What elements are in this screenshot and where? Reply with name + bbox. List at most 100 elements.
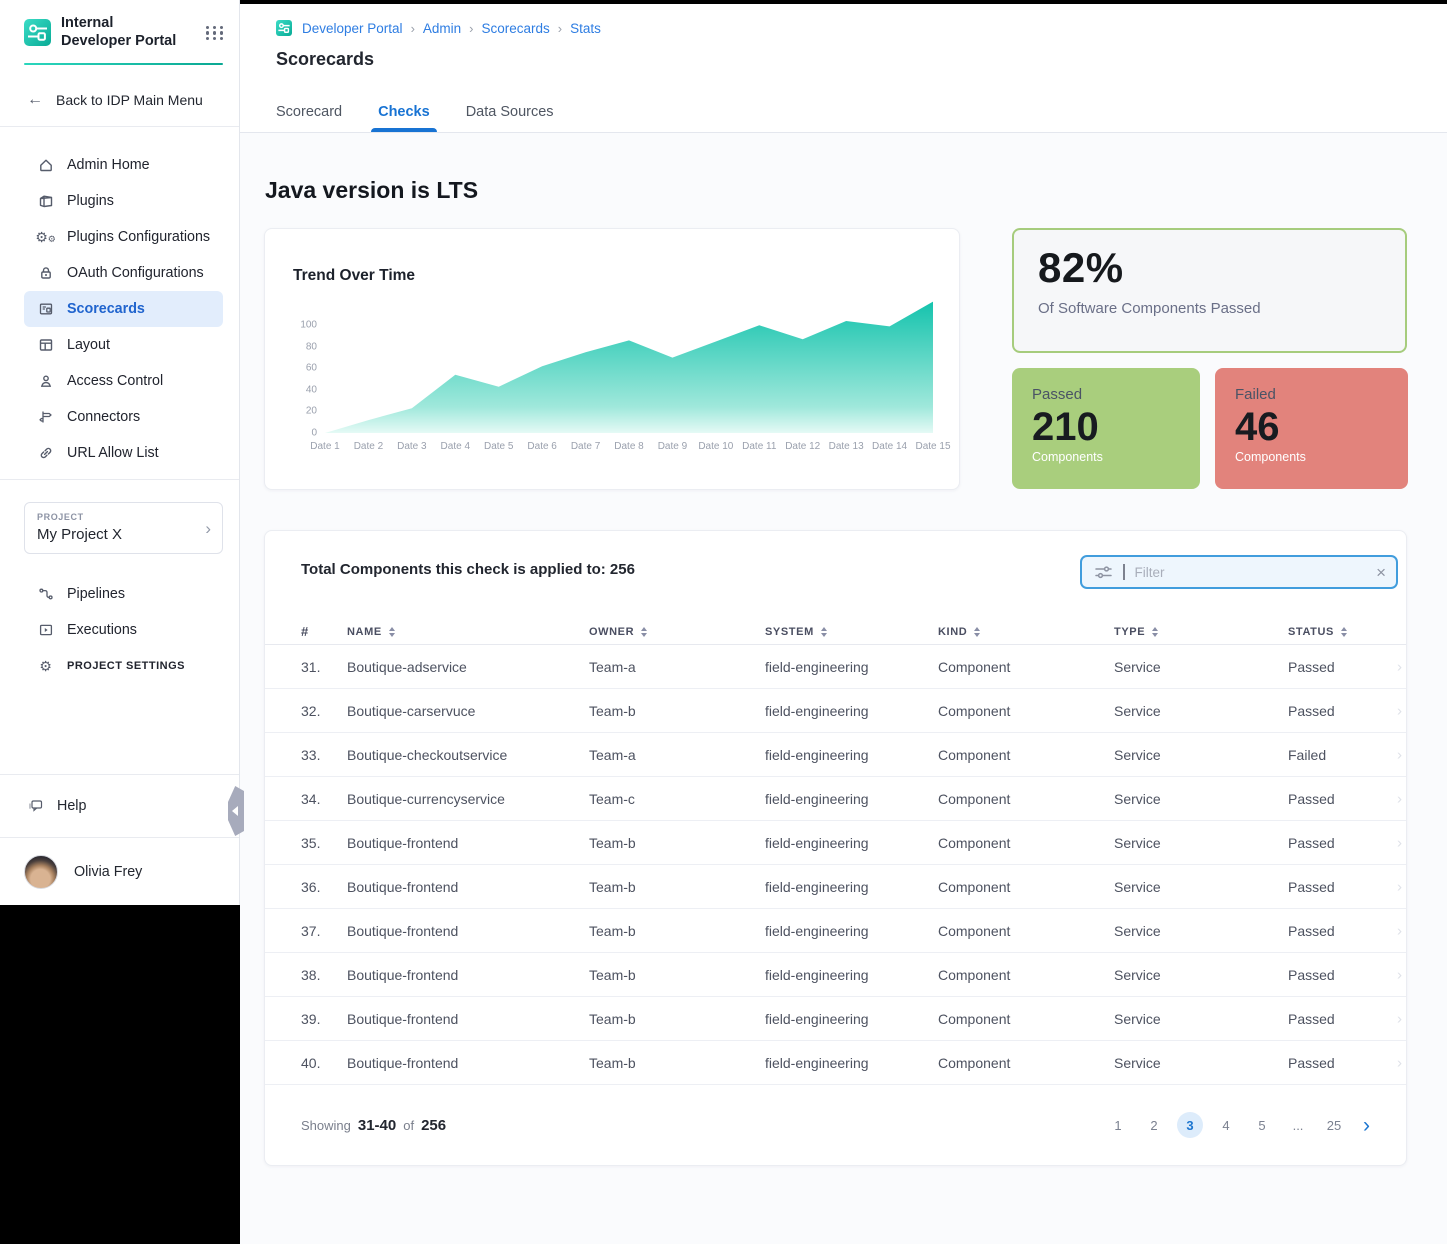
row-chevron-icon: › (1397, 1010, 1402, 1027)
x-tick: Date 3 (397, 441, 426, 452)
sidebar-item-executions[interactable]: Executions (24, 612, 223, 648)
cell-name: Boutique-currencyservice (347, 791, 589, 807)
breadcrumb-link-admin[interactable]: Admin (423, 21, 461, 36)
table-row[interactable]: 32.Boutique-carservuceTeam-bfield-engine… (265, 689, 1406, 733)
cell-kind: Component (938, 1055, 1114, 1071)
back-to-idp-link[interactable]: ← Back to IDP Main Menu (0, 89, 239, 111)
column-header-kind[interactable]: KIND (938, 626, 1114, 638)
tab-data-sources[interactable]: Data Sources (466, 104, 554, 132)
breadcrumb-link-scorecards[interactable]: Scorecards (482, 21, 550, 36)
table-row[interactable]: 34.Boutique-currencyserviceTeam-cfield-e… (265, 777, 1406, 821)
column-header-name[interactable]: NAME (347, 626, 589, 638)
project-selector[interactable]: PROJECT My Project X › (24, 502, 223, 554)
column-header-owner[interactable]: OWNER (589, 626, 765, 638)
sidebar: InternalDeveloper Portal ← Back to IDP M… (0, 0, 240, 905)
sidebar-item-scorecards[interactable]: Scorecards (24, 291, 223, 327)
sidebar-item-access-control[interactable]: Access Control (24, 363, 223, 399)
pagination-next-icon[interactable]: › (1363, 1115, 1370, 1136)
breadcrumb: Developer Portal › Admin › Scorecards › … (240, 4, 1447, 36)
page-button-2[interactable]: 2 (1141, 1112, 1167, 1138)
cell-status: Failed (1288, 747, 1406, 763)
scorecards-icon (37, 301, 54, 318)
user-menu[interactable]: Olivia Frey (0, 837, 239, 905)
page-button-4[interactable]: 4 (1213, 1112, 1239, 1138)
table-row[interactable]: 38.Boutique-frontendTeam-bfield-engineer… (265, 953, 1406, 997)
page-button-3[interactable]: 3 (1177, 1112, 1203, 1138)
cell-num: 34. (301, 791, 347, 807)
cell-owner: Team-b (589, 967, 765, 983)
row-chevron-icon: › (1397, 746, 1402, 763)
project-label: PROJECT (37, 512, 210, 522)
cell-num: 36. (301, 879, 347, 895)
passed-label: Passed (1032, 386, 1180, 403)
sidebar-item-layout[interactable]: Layout (24, 327, 223, 363)
tab-scorecard[interactable]: Scorecard (276, 104, 342, 132)
cell-kind: Component (938, 791, 1114, 807)
cell-kind: Component (938, 1011, 1114, 1027)
x-tick: Date 15 (915, 441, 950, 452)
pass-rate-value: 82% (1038, 244, 1381, 292)
table-row[interactable]: 31.Boutique-adserviceTeam-afield-enginee… (265, 645, 1406, 689)
sidebar-item-connectors[interactable]: Connectors (24, 399, 223, 435)
sidebar-item-project-settings[interactable]: ⚙ PROJECT SETTINGS (24, 648, 223, 684)
sidebar-nav: Admin Home Plugins ⚙⚙ Plugins Configurat… (0, 147, 239, 471)
breadcrumb-link-developer-portal[interactable]: Developer Portal (302, 21, 403, 36)
layout-icon (37, 337, 54, 354)
cell-type: Service (1114, 879, 1288, 895)
table-row[interactable]: 39.Boutique-frontendTeam-bfield-engineer… (265, 997, 1406, 1041)
user-name: Olivia Frey (74, 864, 142, 880)
x-tick: Date 8 (614, 441, 643, 452)
cell-name: Boutique-frontend (347, 1055, 589, 1071)
page-button-5[interactable]: 5 (1249, 1112, 1275, 1138)
trend-chart-card: Trend Over Time 020406080100 (264, 228, 960, 490)
cell-system: field-engineering (765, 879, 938, 895)
cell-num: 37. (301, 923, 347, 939)
x-tick: Date 11 (742, 441, 776, 452)
brand-divider (24, 63, 223, 65)
filter-input[interactable] (1135, 565, 1367, 580)
filter-sliders-icon[interactable] (1094, 565, 1113, 580)
page-header: Developer Portal › Admin › Scorecards › … (240, 4, 1447, 133)
column-header-type[interactable]: TYPE (1114, 626, 1288, 638)
sidebar-item-oauth-configurations[interactable]: OAuth Configurations (24, 255, 223, 291)
breadcrumb-separator: › (469, 21, 473, 36)
sidebar-item-url-allow-list[interactable]: URL Allow List (24, 435, 223, 471)
sidebar-item-plugins[interactable]: Plugins (24, 183, 223, 219)
home-icon (37, 157, 54, 174)
trend-plot: 020406080100 (325, 293, 933, 433)
table-row[interactable]: 33.Boutique-checkoutserviceTeam-afield-e… (265, 733, 1406, 777)
cell-num: 40. (301, 1055, 347, 1071)
sidebar-item-admin-home[interactable]: Admin Home (24, 147, 223, 183)
table-row[interactable]: 40.Boutique-frontendTeam-bfield-engineer… (265, 1041, 1406, 1085)
cell-status: Passed (1288, 835, 1406, 851)
sidebar-item-plugins-configurations[interactable]: ⚙⚙ Plugins Configurations (24, 219, 223, 255)
cell-name: Boutique-carservuce (347, 703, 589, 719)
sidebar-item-pipelines[interactable]: Pipelines (24, 576, 223, 612)
sort-icon (1152, 627, 1158, 637)
cell-owner: Team-b (589, 1011, 765, 1027)
cell-owner: Team-b (589, 835, 765, 851)
cell-owner: Team-a (589, 659, 765, 675)
page-button-1[interactable]: 1 (1105, 1112, 1131, 1138)
cell-status: Passed (1288, 879, 1406, 895)
apps-grid-icon[interactable] (206, 26, 225, 40)
table-row[interactable]: 37.Boutique-frontendTeam-bfield-engineer… (265, 909, 1406, 953)
column-header-status[interactable]: STATUS (1288, 626, 1406, 638)
avatar (24, 855, 58, 889)
person-icon (37, 373, 54, 390)
table-row[interactable]: 36.Boutique-frontendTeam-bfield-engineer… (265, 865, 1406, 909)
tab-checks[interactable]: Checks (378, 104, 430, 132)
row-chevron-icon: › (1397, 922, 1402, 939)
filter-clear-icon[interactable]: × (1376, 564, 1386, 581)
cell-kind: Component (938, 879, 1114, 895)
help-button[interactable]: Help (0, 774, 239, 837)
page-button-25[interactable]: 25 (1321, 1112, 1347, 1138)
row-chevron-icon: › (1397, 966, 1402, 983)
table-row[interactable]: 35.Boutique-frontendTeam-bfield-engineer… (265, 821, 1406, 865)
cell-owner: Team-a (589, 747, 765, 763)
breadcrumb-link-stats[interactable]: Stats (570, 21, 601, 36)
column-header-system[interactable]: SYSTEM (765, 626, 938, 638)
page-title: Scorecards (276, 49, 1447, 70)
cell-system: field-engineering (765, 1011, 938, 1027)
cell-name: Boutique-adservice (347, 659, 589, 675)
